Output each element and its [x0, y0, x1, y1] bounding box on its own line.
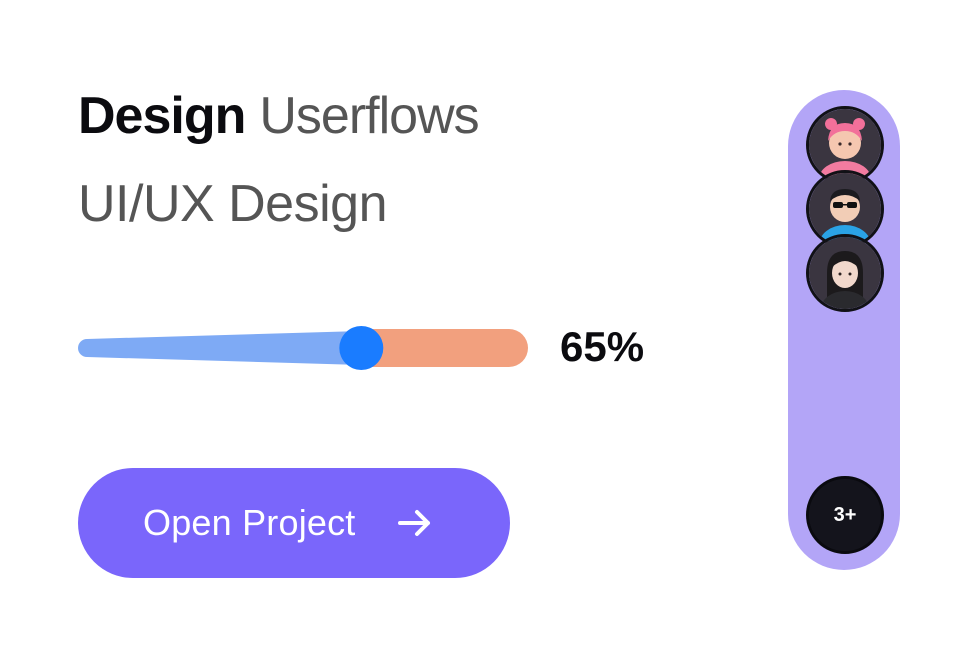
open-project-button[interactable]: Open Project — [78, 468, 510, 578]
arrow-right-icon — [397, 509, 432, 537]
progress-slider[interactable] — [78, 326, 528, 370]
avatar-dark-hair[interactable] — [806, 234, 884, 312]
progress-percentage: 65% — [560, 323, 645, 370]
project-category: UI/UX Design — [78, 175, 388, 233]
more-members-badge[interactable]: 3+ — [806, 476, 884, 554]
project-title: Design Userflows — [78, 84, 480, 148]
progress-track-filled — [78, 331, 362, 365]
progress-track-remaining — [361, 329, 528, 367]
team-members-panel: 3+ — [788, 90, 900, 570]
project-title-strong: Design — [78, 87, 246, 145]
open-project-label: Open Project — [143, 502, 356, 543]
project-title-light: Userflows — [259, 87, 479, 145]
project-card: Design Userflows UI/UX Design 65% Open Pr… — [0, 0, 973, 661]
progress-slider-thumb[interactable] — [339, 326, 384, 370]
